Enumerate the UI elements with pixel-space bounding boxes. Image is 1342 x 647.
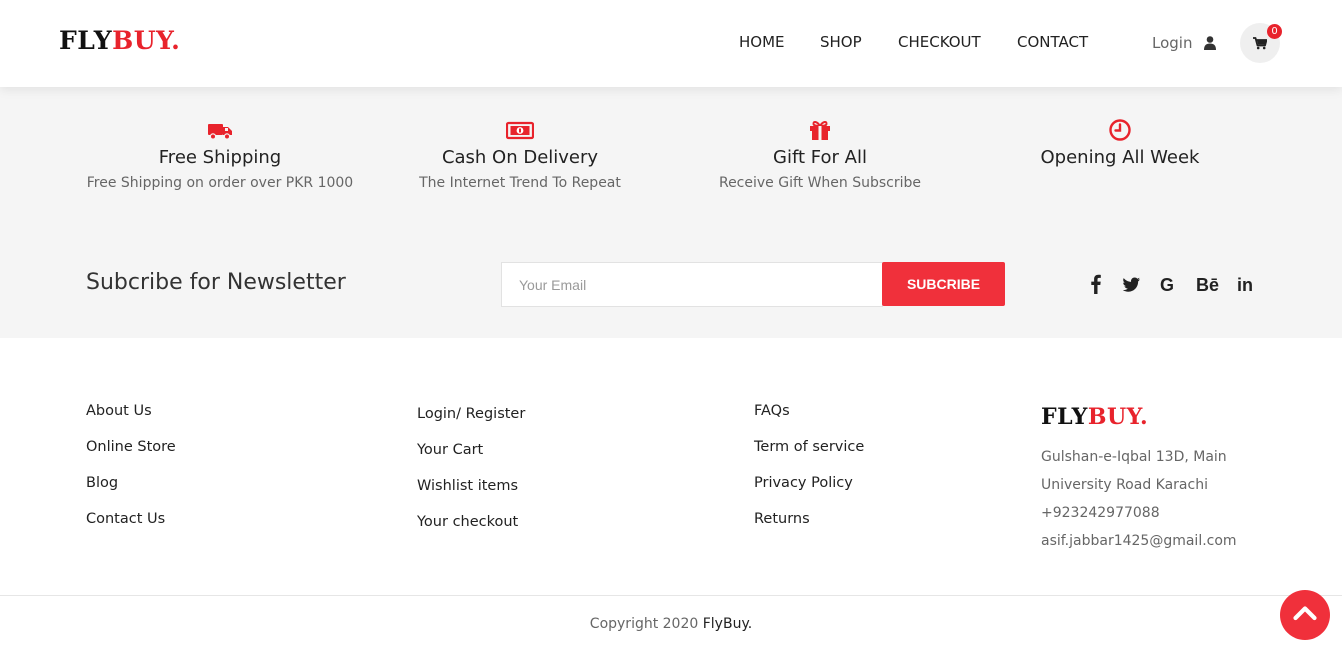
site-header: FLYBUY. HOME SHOP CHECKOUT CONTACT Login…: [0, 0, 1342, 87]
footer-link-wishlist[interactable]: Wishlist items: [417, 478, 525, 514]
phone-number: +923242977088: [1041, 505, 1160, 521]
copyright-brand: FlyBuy.: [702, 616, 753, 632]
feature-opening-all-week: Opening All Week: [970, 117, 1270, 175]
shopping-cart-icon: [1253, 37, 1267, 50]
clock-icon: [1109, 119, 1131, 141]
feature-description: The Internet Trend To Repeat: [419, 175, 621, 191]
footer-logo[interactable]: FLYBUY.: [1041, 404, 1148, 430]
email-address: asif.jabbar1425@gmail.com: [1041, 533, 1237, 549]
newsletter-title: Subcribe for Newsletter: [86, 270, 346, 295]
cart-count-badge: 0: [1267, 24, 1282, 39]
linkedin-icon[interactable]: in: [1237, 274, 1253, 296]
truck-icon: [208, 124, 232, 140]
footer-link-faqs[interactable]: FAQs: [754, 403, 864, 439]
features-newsletter-band: Free Shipping Free Shipping on order ove…: [0, 87, 1342, 338]
cart-button[interactable]: 0: [1240, 23, 1282, 63]
feature-title: Opening All Week: [1040, 147, 1200, 168]
money-icon: [506, 121, 534, 140]
feature-free-shipping: Free Shipping Free Shipping on order ove…: [70, 117, 370, 191]
behance-icon[interactable]: Bē: [1196, 274, 1219, 296]
footer-link-about-us[interactable]: About Us: [86, 403, 176, 439]
footer-link-privacy[interactable]: Privacy Policy: [754, 475, 864, 511]
subscribe-button[interactable]: SUBCRIBE: [882, 262, 1005, 306]
newsletter-email-input[interactable]: [501, 262, 883, 307]
nav-checkout[interactable]: CHECKOUT: [898, 33, 981, 51]
main-nav: HOME SHOP CHECKOUT CONTACT: [0, 33, 1342, 53]
feature-description: Free Shipping on order over PKR 1000: [86, 175, 354, 191]
copyright: Copyright 2020 FlyBuy.: [0, 616, 1342, 632]
footer-link-terms[interactable]: Term of service: [754, 439, 864, 475]
footer-links-col-3: FAQs Term of service Privacy Policy Retu…: [754, 403, 864, 547]
nav-shop[interactable]: SHOP: [820, 33, 862, 51]
footer-links-col-2: Login/ Register Your Cart Wishlist items…: [417, 406, 525, 550]
logo-text-dark: FLY: [1041, 404, 1088, 430]
feature-title: Cash On Delivery: [441, 147, 599, 168]
gift-icon: [810, 120, 830, 140]
copyright-text: Copyright 2020: [589, 616, 703, 632]
feature-title: Free Shipping: [158, 147, 282, 168]
scroll-to-top-button[interactable]: [1280, 590, 1330, 640]
nav-contact[interactable]: CONTACT: [1017, 33, 1088, 51]
footer-contact-info: Gulshan-e-Iqbal 13D, Main University Roa…: [1041, 449, 1237, 561]
login-link[interactable]: Login: [1152, 34, 1192, 52]
feature-description: Receive Gift When Subscribe: [718, 175, 922, 191]
address-line-1: Gulshan-e-Iqbal 13D, Main: [1041, 449, 1227, 465]
google-icon[interactable]: G: [1160, 274, 1174, 296]
chevron-up-icon: [1293, 606, 1317, 621]
feature-title: Gift For All: [773, 147, 867, 168]
twitter-icon[interactable]: [1123, 274, 1141, 296]
address-line-2: University Road Karachi: [1041, 477, 1208, 493]
feature-gift-for-all: Gift For All Receive Gift When Subscribe: [670, 117, 970, 191]
footer-link-online-store[interactable]: Online Store: [86, 439, 176, 475]
facebook-icon[interactable]: [1091, 274, 1103, 296]
footer-link-your-cart[interactable]: Your Cart: [417, 442, 525, 478]
feature-cash-on-delivery: Cash On Delivery The Internet Trend To R…: [370, 117, 670, 191]
nav-home[interactable]: HOME: [739, 33, 785, 51]
footer-divider: [0, 595, 1342, 596]
footer-link-contact-us[interactable]: Contact Us: [86, 511, 176, 547]
footer-link-your-checkout[interactable]: Your checkout: [417, 514, 525, 550]
footer-link-returns[interactable]: Returns: [754, 511, 864, 547]
logo-text-accent: BUY.: [1087, 404, 1149, 430]
footer-link-login-register[interactable]: Login/ Register: [417, 406, 525, 442]
user-icon[interactable]: [1204, 35, 1218, 50]
footer-link-blog[interactable]: Blog: [86, 475, 176, 511]
footer-links-col-1: About Us Online Store Blog Contact Us: [86, 403, 176, 547]
